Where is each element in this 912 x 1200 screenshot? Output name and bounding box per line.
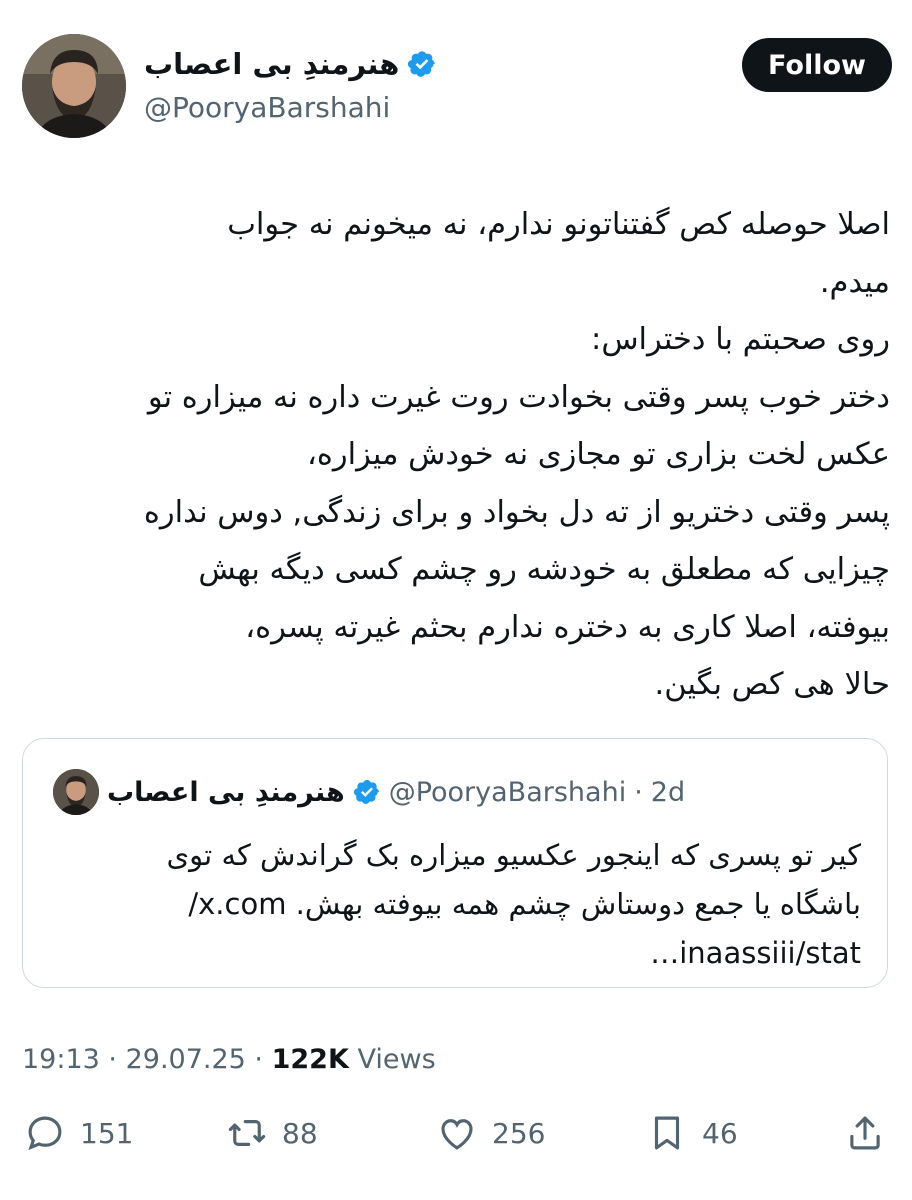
bookmark-button[interactable]: 46 xyxy=(646,1112,738,1154)
like-button[interactable]: 256 xyxy=(436,1112,545,1154)
views-count: 122K xyxy=(271,1044,349,1075)
quoted-separator: · xyxy=(634,776,643,808)
bookmark-icon xyxy=(654,1116,680,1150)
profile-photo-icon xyxy=(53,769,99,815)
quoted-author-name: هنرمندِ بی اعصاب xyxy=(107,776,345,808)
tweet-time[interactable]: 19:13 xyxy=(22,1044,100,1075)
views-label: Views xyxy=(357,1044,436,1075)
repost-count: 88 xyxy=(282,1116,318,1150)
action-bar: 151 88 256 46 xyxy=(22,1112,888,1182)
bookmark-count: 46 xyxy=(702,1116,738,1150)
author-display-name[interactable]: هنرمندِ بی اعصاب xyxy=(144,46,399,82)
profile-photo-icon xyxy=(22,34,126,138)
meta-separator: · xyxy=(254,1044,264,1075)
verified-badge-icon xyxy=(407,49,437,79)
reply-count: 151 xyxy=(80,1116,134,1150)
tweet-body-text: اصلا حوصله کص گفتناتونو ندارم، نه میخونم… xyxy=(143,207,890,702)
quoted-author-avatar xyxy=(53,769,99,815)
repost-button[interactable]: 88 xyxy=(226,1112,318,1154)
meta-separator: · xyxy=(108,1044,117,1075)
heart-icon xyxy=(441,1119,473,1150)
verified-badge-icon xyxy=(353,778,381,806)
reply-button[interactable]: 151 xyxy=(24,1112,133,1154)
share-button[interactable] xyxy=(844,1112,886,1154)
repost-icon xyxy=(228,1120,266,1146)
tweet-meta: 19:13 · 29.07.25 · 122K Views xyxy=(22,1044,436,1075)
author-avatar[interactable] xyxy=(22,34,126,138)
reply-icon xyxy=(28,1116,62,1151)
quoted-author-handle: @PooryaBarshahi xyxy=(388,776,627,808)
follow-button[interactable]: Follow xyxy=(742,38,892,92)
share-icon xyxy=(850,1116,880,1150)
author-handle[interactable]: @PooryaBarshahi xyxy=(144,90,390,126)
quoted-time: 2d xyxy=(650,776,686,808)
tweet-date[interactable]: 29.07.25 xyxy=(126,1044,246,1075)
quoted-tweet-text: کیر تو پسری که اینجور عکسیو میزاره بک گر… xyxy=(166,838,861,970)
tweet-header: هنرمندِ بی اعصاب @PooryaBarshahi Follow xyxy=(22,34,892,138)
quoted-tweet-card[interactable]: هنرمندِ بی اعصاب @PooryaBarshahi · 2d کی… xyxy=(22,738,888,988)
like-count: 256 xyxy=(492,1116,546,1150)
